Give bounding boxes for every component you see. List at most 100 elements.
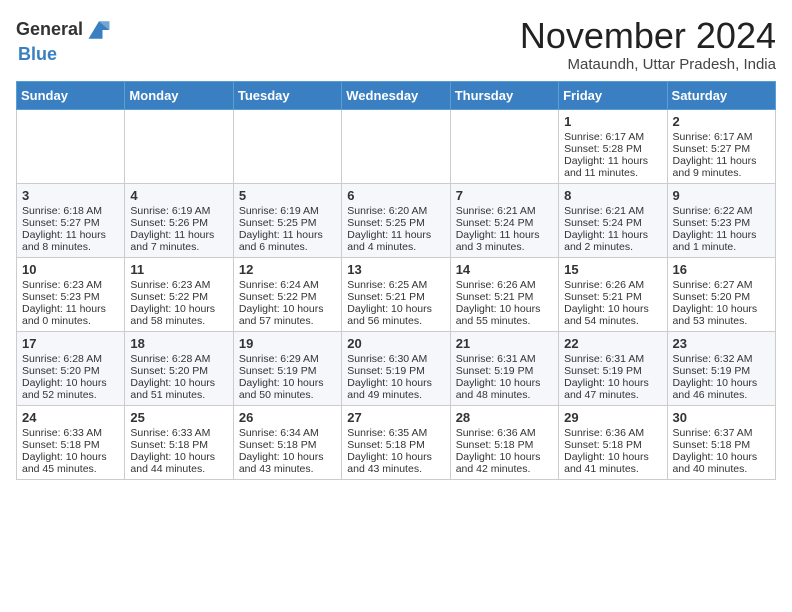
day-info: Sunrise: 6:31 AM [564, 353, 661, 365]
day-number: 17 [22, 336, 119, 351]
week-row-3: 10Sunrise: 6:23 AMSunset: 5:23 PMDayligh… [17, 257, 776, 331]
day-number: 5 [239, 188, 336, 203]
day-number: 26 [239, 410, 336, 425]
day-info: Sunrise: 6:21 AM [564, 205, 661, 217]
day-info: Sunset: 5:23 PM [22, 291, 119, 303]
day-info: Daylight: 10 hours and 51 minutes. [130, 377, 227, 401]
day-number: 18 [130, 336, 227, 351]
day-number: 4 [130, 188, 227, 203]
day-info: Daylight: 10 hours and 40 minutes. [673, 451, 770, 475]
day-info: Daylight: 10 hours and 55 minutes. [456, 303, 553, 327]
day-info: Daylight: 11 hours and 4 minutes. [347, 229, 444, 253]
day-info: Sunset: 5:20 PM [673, 291, 770, 303]
day-info: Daylight: 11 hours and 1 minute. [673, 229, 770, 253]
logo-text: General [16, 20, 83, 40]
day-info: Sunrise: 6:18 AM [22, 205, 119, 217]
day-info: Sunrise: 6:21 AM [456, 205, 553, 217]
day-info: Sunset: 5:19 PM [456, 365, 553, 377]
day-info: Daylight: 11 hours and 6 minutes. [239, 229, 336, 253]
day-info: Sunset: 5:19 PM [673, 365, 770, 377]
day-number: 23 [673, 336, 770, 351]
day-info: Sunset: 5:24 PM [456, 217, 553, 229]
calendar-cell [125, 109, 233, 183]
day-info: Daylight: 11 hours and 7 minutes. [130, 229, 227, 253]
calendar-cell: 11Sunrise: 6:23 AMSunset: 5:22 PMDayligh… [125, 257, 233, 331]
day-info: Sunset: 5:18 PM [456, 439, 553, 451]
calendar-cell: 15Sunrise: 6:26 AMSunset: 5:21 PMDayligh… [559, 257, 667, 331]
day-number: 24 [22, 410, 119, 425]
day-info: Sunset: 5:18 PM [239, 439, 336, 451]
day-number: 21 [456, 336, 553, 351]
calendar-cell: 6Sunrise: 6:20 AMSunset: 5:25 PMDaylight… [342, 183, 450, 257]
day-info: Sunrise: 6:28 AM [22, 353, 119, 365]
day-number: 27 [347, 410, 444, 425]
day-info: Sunrise: 6:23 AM [22, 279, 119, 291]
day-number: 25 [130, 410, 227, 425]
day-number: 12 [239, 262, 336, 277]
calendar-cell: 22Sunrise: 6:31 AMSunset: 5:19 PMDayligh… [559, 331, 667, 405]
day-info: Sunset: 5:18 PM [347, 439, 444, 451]
calendar-cell: 19Sunrise: 6:29 AMSunset: 5:19 PMDayligh… [233, 331, 341, 405]
calendar-cell: 10Sunrise: 6:23 AMSunset: 5:23 PMDayligh… [17, 257, 125, 331]
calendar-body: 1 Sunrise: 6:17 AMSunset: 5:28 PM Daylight… [17, 109, 776, 479]
weekday-header-friday: Friday [559, 81, 667, 109]
header: General Blue November 2024 Mataundh, Utt… [16, 16, 776, 73]
day-info: Sunset: 5:20 PM [22, 365, 119, 377]
calendar-cell: 20Sunrise: 6:30 AMSunset: 5:19 PMDayligh… [342, 331, 450, 405]
day-info: Sunset: 5:21 PM [456, 291, 553, 303]
month-title: November 2024 [520, 16, 776, 56]
day-number: 19 [239, 336, 336, 351]
day-info: Sunset: 5:25 PM [239, 217, 336, 229]
day-info: Daylight: 10 hours and 45 minutes. [22, 451, 119, 475]
calendar: SundayMondayTuesdayWednesdayThursdayFrid… [16, 81, 776, 480]
calendar-cell [17, 109, 125, 183]
day-info: Sunrise: 6:34 AM [239, 427, 336, 439]
day-number: 28 [456, 410, 553, 425]
day-info: Sunset: 5:18 PM [22, 439, 119, 451]
day-info: Daylight: 10 hours and 46 minutes. [673, 377, 770, 401]
day-number: 16 [673, 262, 770, 277]
week-row-5: 24Sunrise: 6:33 AMSunset: 5:18 PMDayligh… [17, 405, 776, 479]
day-info: Sunrise: 6:26 AM [456, 279, 553, 291]
day-info: Sunrise: 6:20 AM [347, 205, 444, 217]
weekday-header-saturday: Saturday [667, 81, 775, 109]
day-info: Sunrise: 6:28 AM [130, 353, 227, 365]
day-info: Sunset: 5:23 PM [673, 217, 770, 229]
calendar-cell: 1Sunrise: 6:17 AMSunset: 5:28 PMDaylight… [559, 109, 667, 183]
calendar-cell: 7Sunrise: 6:21 AMSunset: 5:24 PMDaylight… [450, 183, 558, 257]
calendar-cell: 26 Sunrise: 6:34 AMSunset: 5:18 PMDayligh… [233, 405, 341, 479]
calendar-cell: 24Sunrise: 6:33 AMSunset: 5:18 PMDayligh… [17, 405, 125, 479]
calendar-cell: 4 Sunrise: 6:19 AMSunset: 5:26 PMDaylight… [125, 183, 233, 257]
day-info: Sunrise: 6:29 AM [239, 353, 336, 365]
day-info: Sunrise: 6:27 AM [673, 279, 770, 291]
day-info: Sunrise: 6:36 AM [456, 427, 553, 439]
calendar-cell: 27Sunrise: 6:35 AMSunset: 5:18 PMDayligh… [342, 405, 450, 479]
day-info: Daylight: 10 hours and 43 minutes. [239, 451, 336, 475]
day-info: Sunrise: 6:23 AM [130, 279, 227, 291]
calendar-cell: 9Sunrise: 6:22 AMSunset: 5:23 PMDaylight… [667, 183, 775, 257]
day-number: 9 [673, 188, 770, 203]
day-info: Sunrise: 6:17 AM [564, 131, 661, 143]
calendar-cell: 5Sunrise: 6:19 AMSunset: 5:25 PMDaylight… [233, 183, 341, 257]
day-info: Sunset: 5:28 PM [564, 143, 661, 155]
calendar-cell: 18Sunrise: 6:28 AMSunset: 5:20 PMDayligh… [125, 331, 233, 405]
day-info: Daylight: 10 hours and 42 minutes. [456, 451, 553, 475]
day-number: 20 [347, 336, 444, 351]
day-info: Sunrise: 6:19 AM [130, 205, 227, 217]
day-info: Sunset: 5:18 PM [564, 439, 661, 451]
day-info: Sunrise: 6:36 AM [564, 427, 661, 439]
day-info: Sunrise: 6:37 AM [673, 427, 770, 439]
calendar-cell [342, 109, 450, 183]
day-info: Daylight: 11 hours and 9 minutes. [673, 155, 770, 179]
weekday-header-monday: Monday [125, 81, 233, 109]
day-info: Sunrise: 6:31 AM [456, 353, 553, 365]
day-number: 1 [564, 114, 661, 129]
day-info: Sunrise: 6:26 AM [564, 279, 661, 291]
week-row-2: 3Sunrise: 6:18 AMSunset: 5:27 PMDaylight… [17, 183, 776, 257]
day-info: Daylight: 11 hours and 8 minutes. [22, 229, 119, 253]
day-info: Sunset: 5:26 PM [130, 217, 227, 229]
day-info: Sunset: 5:21 PM [347, 291, 444, 303]
day-info: Daylight: 10 hours and 50 minutes. [239, 377, 336, 401]
day-number: 10 [22, 262, 119, 277]
logo: General Blue [16, 16, 113, 65]
